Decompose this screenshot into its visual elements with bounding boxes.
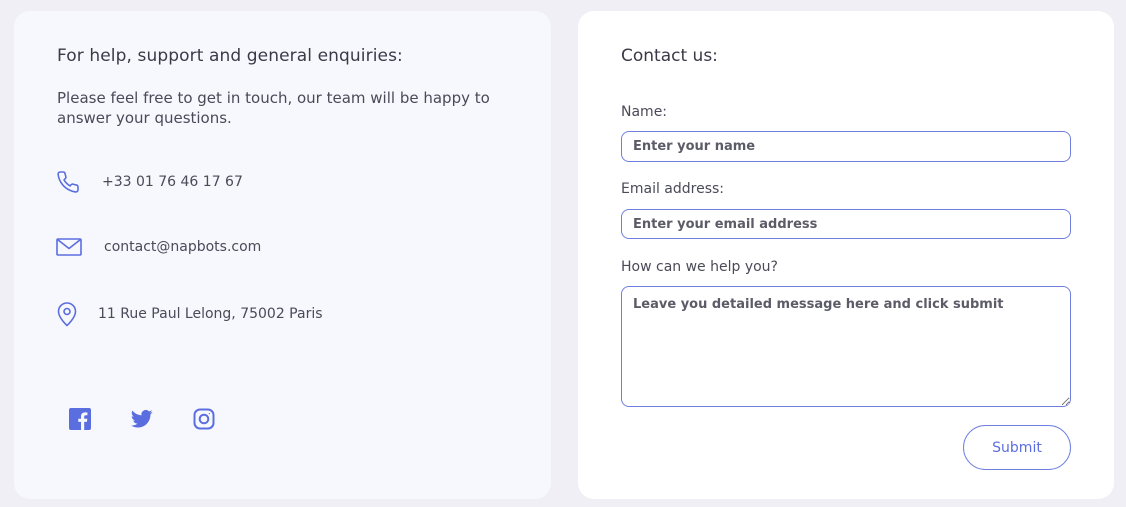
mail-icon [56, 237, 82, 257]
support-description: Please feel free to get in touch, our te… [57, 89, 490, 127]
contact-form-title: Contact us: [621, 46, 718, 66]
phone-number: +33 01 76 46 17 67 [102, 174, 243, 190]
message-label: How can we help you? [621, 259, 778, 275]
submit-button[interactable]: Submit [963, 425, 1071, 470]
instagram-icon[interactable] [193, 408, 215, 430]
phone-icon [56, 170, 80, 194]
social-links [69, 408, 255, 430]
support-title: For help, support and general enquiries: [57, 46, 403, 66]
contact-form-card: Contact us: Name: Email address: How can… [578, 11, 1114, 499]
location-pin-icon [56, 301, 78, 327]
twitter-icon[interactable] [131, 408, 153, 430]
email-address[interactable]: contact@napbots.com [104, 239, 261, 255]
support-info-card: For help, support and general enquiries:… [14, 11, 551, 499]
postal-address: 11 Rue Paul Lelong, 75002 Paris [98, 306, 323, 322]
email-label: Email address: [621, 181, 725, 197]
name-input[interactable] [621, 131, 1071, 162]
name-label: Name: [621, 104, 668, 120]
message-textarea[interactable] [621, 286, 1071, 407]
facebook-icon[interactable] [69, 408, 91, 430]
email-row: contact@napbots.com [56, 237, 261, 257]
address-row: 11 Rue Paul Lelong, 75002 Paris [56, 301, 323, 327]
email-input[interactable] [621, 209, 1071, 239]
phone-row: +33 01 76 46 17 67 [56, 170, 243, 194]
